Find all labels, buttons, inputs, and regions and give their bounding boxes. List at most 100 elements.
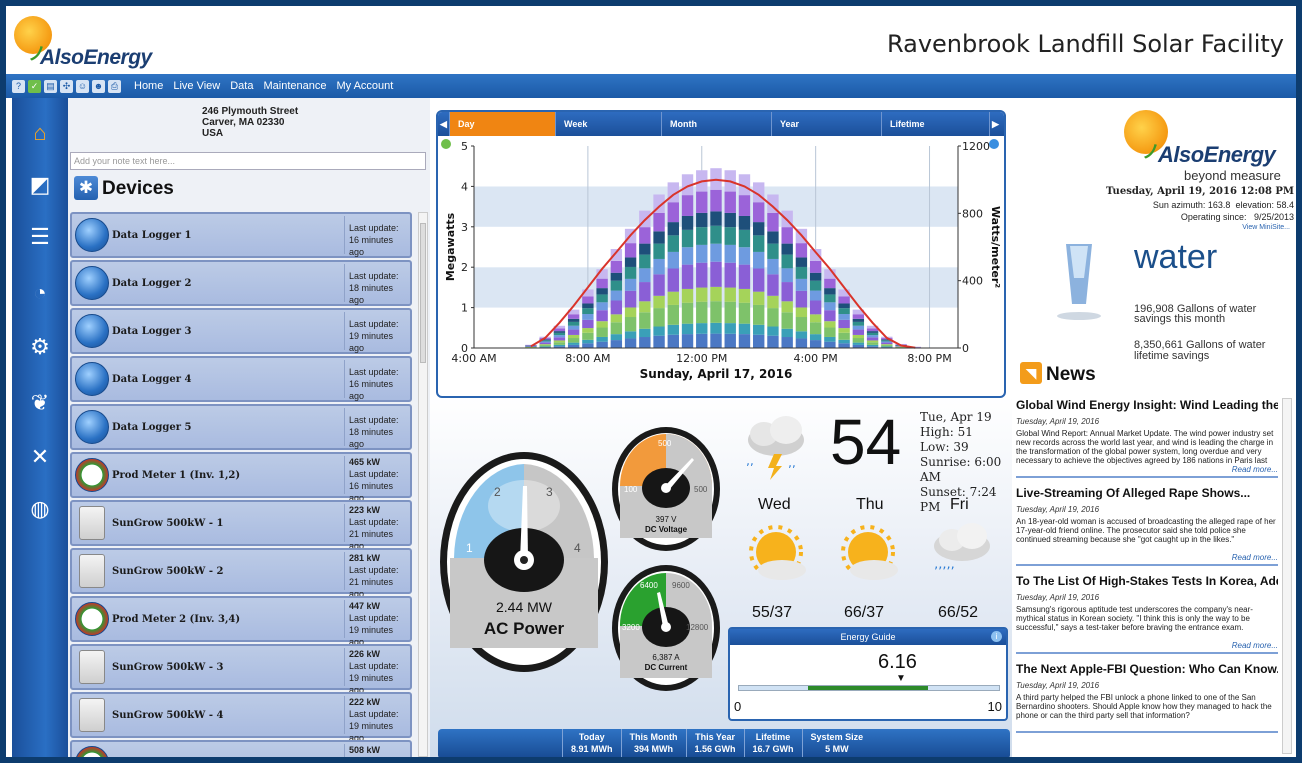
chart-bar-segment [738,247,751,265]
read-more-link[interactable]: Read more... [1016,553,1278,566]
news-date: Tuesday, April 19, 2016 [1016,505,1100,514]
device-status: Last update: 16 minutes ago [344,360,408,401]
chart-bar-segment [809,260,822,273]
ac-gauge-tick-3: 3 [546,485,553,499]
device-row[interactable]: Prod Meter 1 (Inv. 1,2) 465 kW Last update… [70,452,412,503]
report-icon[interactable]: ☰ [25,222,55,252]
users-icon[interactable]: ☻ [92,79,105,93]
device-row[interactable]: 508 kW [70,740,412,757]
tab-year[interactable]: Year [772,112,882,136]
chart-bar-segment [838,339,850,344]
earth-icon[interactable]: ◍ [25,494,55,524]
device-row[interactable]: Data Logger 4 Last update: 16 minutes ago [70,356,412,402]
device-row[interactable]: Data Logger 2 Last update: 18 minutes ago [70,260,412,306]
device-row[interactable]: Data Logger 3 Last update: 19 minutes ago [70,308,412,354]
home-icon[interactable]: ⌂ [25,118,55,148]
chart-bar-segment [781,254,793,269]
chart-bar-segment [866,337,879,341]
ac-gauge-tick-2: 2 [494,485,501,499]
menu-my-account[interactable]: My Account [336,80,393,92]
device-row[interactable]: SunGrow 500kW - 4 222 kW Last update: 19 mi… [70,692,412,743]
weather-high: High: 51 [920,425,973,439]
rain-cloud-icon: ٬٬٬٬٬ [934,523,990,580]
news-item[interactable]: To The List Of High-Stakes Tests In Kore… [1016,574,1278,654]
tabs-next-arrow-icon[interactable]: ▶ [990,112,1002,136]
chart-bar-segment [596,302,608,311]
news-list: Global Wind Energy Insight: Wind Leading… [1016,398,1278,757]
read-more-link[interactable]: Read more... [1016,465,1278,478]
chart-bar-segment [809,322,822,335]
rss-icon[interactable]: ◥ [1020,362,1042,384]
chart-bar-segment [781,312,793,329]
menu-home[interactable]: Home [134,80,163,92]
news-scrollbar[interactable] [1282,398,1292,754]
chart-bar-segment [696,287,708,302]
devices-title: Devices [102,178,174,199]
chart-bar-segment [596,341,608,348]
gauge-icon[interactable]: ◔ [25,278,55,308]
chart-bar-segment [881,344,893,346]
read-more-link[interactable] [1016,729,1278,733]
view-minisite-link[interactable]: View MiniSite... [1242,224,1290,231]
tab-month[interactable]: Month [662,112,772,136]
news-title[interactable]: Global Wind Energy Insight: Wind Leading… [1016,398,1278,412]
device-status: Last update: 18 minutes ago [344,264,408,305]
device-list-scrollbar[interactable] [418,212,428,757]
device-row[interactable]: Data Logger 5 Last update: 18 minutes ago [70,404,412,450]
chart-bar-segment [838,303,850,309]
user-icon[interactable]: ☺ [76,79,89,93]
chart-bar-segment [553,342,566,345]
chart-bar-segment [809,272,822,281]
device-row[interactable]: Prod Meter 2 (Inv. 3,4) 447 kW Last update… [70,596,412,647]
globe-settings-icon[interactable]: ⚙ [25,332,55,362]
chart-bar-segment [639,301,651,313]
tab-lifetime[interactable]: Lifetime [882,112,990,136]
brand-logo[interactable]: AlsoEnergy [40,46,152,70]
site-datetime: Tuesday, April 19, 2016 12:08 PM [1106,186,1294,197]
read-more-link[interactable]: Read more... [1016,641,1278,654]
document-icon[interactable]: ▤ [44,79,57,93]
note-input[interactable]: Add your note text here... [70,152,426,170]
chart-bar-segment [795,317,808,332]
device-status: Last update: 19 minutes ago [344,312,408,353]
tabs-prev-arrow-icon[interactable]: ◀ [438,112,450,136]
chart-bar-segment [824,321,836,328]
ac-power-label: AC Power [484,619,565,638]
energy-guide-value: 6.16 [878,651,917,673]
device-row[interactable]: SunGrow 500kW - 2 281 kW Last update: 21 mi… [70,548,412,599]
leaf-icon[interactable]: ❦ [25,388,55,418]
scrollbar-thumb[interactable] [420,223,426,363]
chart-bar-segment [610,300,623,315]
device-row[interactable]: SunGrow 500kW - 1 223 kW Last update: 21 mi… [70,500,412,551]
news-title[interactable]: To The List Of High-Stakes Tests In Kore… [1016,574,1278,588]
chart-bar-segment [738,215,751,230]
help-icon[interactable]: ? [12,79,25,93]
settings-icon[interactable]: ✣ [60,79,73,93]
device-row[interactable]: SunGrow 500kW - 3 226 kW Last update: 19 mi… [70,644,412,695]
news-title[interactable]: The Next Apple-FBI Question: Who Can Kno… [1016,662,1278,676]
news-item[interactable]: Global Wind Energy Insight: Wind Leading… [1016,398,1278,478]
print-icon[interactable]: ⎙ [108,79,121,93]
chart-bar-segment [852,334,865,339]
menu-live-view[interactable]: Live View [173,80,220,92]
news-body: Samsung's rigorous aptitude test undersc… [1016,605,1253,632]
chart-bar-segment [753,235,765,252]
news-title[interactable]: Live-Streaming Of Alleged Rape Shows... [1016,486,1278,500]
last-update-value: 18 minutes ago [349,427,394,449]
news-item[interactable]: Live-Streaming Of Alleged Rape Shows... T… [1016,486,1278,566]
chart-bar-segment [553,335,566,338]
address-line2: Carver, MA 02330 [202,117,285,128]
device-row[interactable]: Data Logger 1 Last update: 16 minutes ago [70,212,412,258]
globe-icon [75,410,109,444]
tab-day[interactable]: Day [450,112,556,136]
chart-bar-segment [653,231,665,244]
tools-icon[interactable]: ✕ [25,442,55,472]
menu-maintenance[interactable]: Maintenance [263,80,326,92]
news-item[interactable]: The Next Apple-FBI Question: Who Can Kno… [1016,662,1278,733]
energy-guide-max: 10 [987,699,1002,714]
info-icon[interactable]: i [991,631,1002,642]
chart-icon[interactable]: ◩ [25,170,55,200]
tab-week[interactable]: Week [556,112,662,136]
menu-data[interactable]: Data [230,80,253,92]
check-icon[interactable]: ✓ [28,79,41,93]
